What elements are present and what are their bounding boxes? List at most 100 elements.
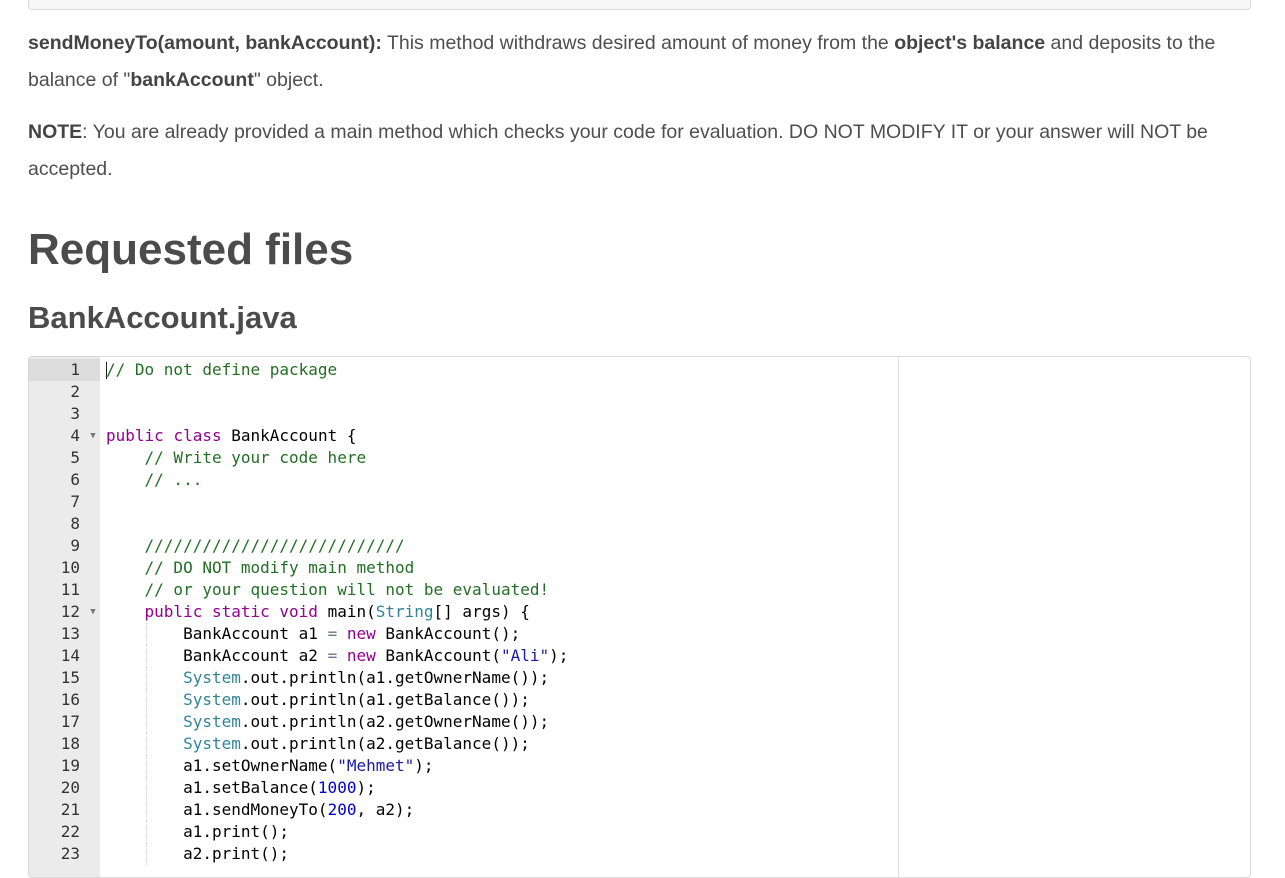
code-text: // ... bbox=[106, 469, 203, 491]
code-text: System.out.println(a1.getBalance()); bbox=[106, 689, 530, 711]
code-token: // DO NOT modify main method bbox=[144, 558, 415, 577]
code-text: public static void main(String[] args) { bbox=[106, 601, 530, 623]
code-token: = bbox=[327, 624, 338, 643]
code-token: BankAccount { bbox=[221, 426, 357, 445]
line-number: 16 bbox=[60, 690, 80, 709]
code-token: .out.println(a1.getBalance()); bbox=[240, 690, 530, 709]
code-line[interactable]: 3 bbox=[29, 403, 1250, 425]
code-line[interactable]: 1 // Do not define package bbox=[29, 359, 1250, 381]
code-line[interactable]: 11 // or your question will not be evalu… bbox=[29, 579, 1250, 601]
note-label: NOTE bbox=[28, 121, 83, 143]
line-number: 3 bbox=[70, 404, 80, 423]
code-token: [] args) { bbox=[433, 602, 530, 621]
code-line[interactable]: 6 // ... bbox=[29, 469, 1250, 491]
code-text: a1.setBalance(1000); bbox=[106, 777, 376, 799]
line-number: 14 bbox=[60, 646, 80, 665]
code-token: // Do not define package bbox=[106, 360, 338, 379]
code-text: System.out.println(a2.getBalance()); bbox=[106, 733, 530, 755]
code-token: // or your question will not be evaluate… bbox=[144, 580, 550, 599]
code-text: // DO NOT modify main method bbox=[106, 557, 415, 579]
code-text: a2.print(); bbox=[106, 843, 289, 865]
code-line[interactable]: 4 ▼ public class BankAccount { bbox=[29, 425, 1250, 447]
code-line[interactable]: 22 a1.print(); bbox=[29, 821, 1250, 843]
line-number: 20 bbox=[60, 778, 80, 797]
code-line[interactable]: 7 bbox=[29, 491, 1250, 513]
line-number: 10 bbox=[60, 558, 80, 577]
line-number: 11 bbox=[60, 580, 80, 599]
file-name-heading: BankAccount.java bbox=[28, 300, 297, 335]
code-line[interactable]: 15 System.out.println(a1.getOwnerName())… bbox=[29, 667, 1250, 689]
line-number: 13 bbox=[60, 624, 80, 643]
code-line[interactable]: 8 bbox=[29, 513, 1250, 535]
fold-toggle-icon[interactable]: ▼ bbox=[88, 601, 98, 623]
line-number: 18 bbox=[60, 734, 80, 753]
description-bold-b: bankAccount bbox=[130, 69, 254, 91]
code-token: "Ali" bbox=[500, 646, 550, 665]
code-text: // or your question will not be evaluate… bbox=[106, 579, 550, 601]
text-cursor bbox=[106, 362, 107, 379]
method-signature: sendMoneyTo(amount, bankAccount): bbox=[28, 32, 382, 54]
code-line[interactable]: 16 System.out.println(a1.getBalance()); bbox=[29, 689, 1250, 711]
code-line[interactable]: 17 System.out.println(a2.getOwnerName())… bbox=[29, 711, 1250, 733]
code-token: a1.setOwnerName( bbox=[106, 756, 338, 775]
code-text: System.out.println(a2.getOwnerName()); bbox=[106, 711, 549, 733]
code-token: a1.sendMoneyTo( bbox=[106, 800, 328, 819]
code-line[interactable]: 13 BankAccount a1 = new BankAccount(); bbox=[29, 623, 1250, 645]
code-text: // Do not define package bbox=[106, 359, 337, 381]
code-token: void bbox=[279, 602, 318, 621]
code-line[interactable]: 20 a1.setBalance(1000); bbox=[29, 777, 1250, 799]
line-number: 9 bbox=[70, 536, 80, 555]
code-text: a1.setOwnerName("Mehmet"); bbox=[106, 755, 433, 777]
code-token: ); bbox=[549, 646, 569, 665]
code-token: System bbox=[183, 734, 241, 753]
code-token: 1000 bbox=[317, 778, 357, 797]
line-number: 15 bbox=[60, 668, 80, 687]
code-text: System.out.println(a1.getOwnerName()); bbox=[106, 667, 549, 689]
code-line[interactable]: 14 BankAccount a2 = new BankAccount("Ali… bbox=[29, 645, 1250, 667]
code-line[interactable]: 21 a1.sendMoneyTo(200, a2); bbox=[29, 799, 1250, 821]
line-number: 2 bbox=[70, 382, 80, 401]
line-number: 17 bbox=[60, 712, 80, 731]
code-token: ); bbox=[356, 778, 376, 797]
code-line[interactable]: 9 /////////////////////////// bbox=[29, 535, 1250, 557]
code-token: BankAccount(); bbox=[375, 624, 521, 643]
code-token: a2.print(); bbox=[106, 844, 290, 863]
code-line[interactable]: 2 bbox=[29, 381, 1250, 403]
description-bold-a: object's balance bbox=[894, 32, 1046, 54]
code-token: BankAccount( bbox=[375, 646, 501, 665]
code-token: System bbox=[183, 712, 241, 731]
line-number: 8 bbox=[70, 514, 80, 533]
code-line[interactable]: 23 a2.print(); bbox=[29, 843, 1250, 865]
description-text-a: This method withdraws desired amount of … bbox=[381, 32, 895, 54]
send-money-description: sendMoneyTo(amount, bankAccount): This m… bbox=[28, 25, 1254, 99]
code-token: BankAccount a2 bbox=[106, 646, 328, 665]
code-text: /////////////////////////// bbox=[106, 535, 405, 557]
code-token: System bbox=[183, 668, 241, 687]
code-line[interactable]: 18 System.out.println(a2.getBalance()); bbox=[29, 733, 1250, 755]
code-line[interactable]: 10 // DO NOT modify main method bbox=[29, 557, 1250, 579]
code-token: a1.print(); bbox=[106, 822, 290, 841]
fold-toggle-icon[interactable]: ▼ bbox=[88, 425, 98, 447]
code-line[interactable]: 19 a1.setOwnerName("Mehmet"); bbox=[29, 755, 1250, 777]
code-editor[interactable]: 1// Do not define package 2 3 4 ▼ public clas… bbox=[28, 356, 1251, 878]
code-line[interactable]: 12 ▼ public static void main(String[] arg… bbox=[29, 601, 1250, 623]
code-lines[interactable]: 1// Do not define package 2 3 4 ▼ public clas… bbox=[29, 359, 1250, 865]
code-token: BankAccount a1 bbox=[106, 624, 328, 643]
code-token: String bbox=[375, 602, 434, 621]
code-token: class bbox=[173, 426, 222, 445]
code-line[interactable]: 5 // Write your code here bbox=[29, 447, 1250, 469]
line-number: 7 bbox=[70, 492, 80, 511]
note-text: : You are already provided a main method… bbox=[28, 121, 1208, 180]
code-token: new bbox=[346, 646, 376, 665]
code-text: a1.print(); bbox=[106, 821, 289, 843]
